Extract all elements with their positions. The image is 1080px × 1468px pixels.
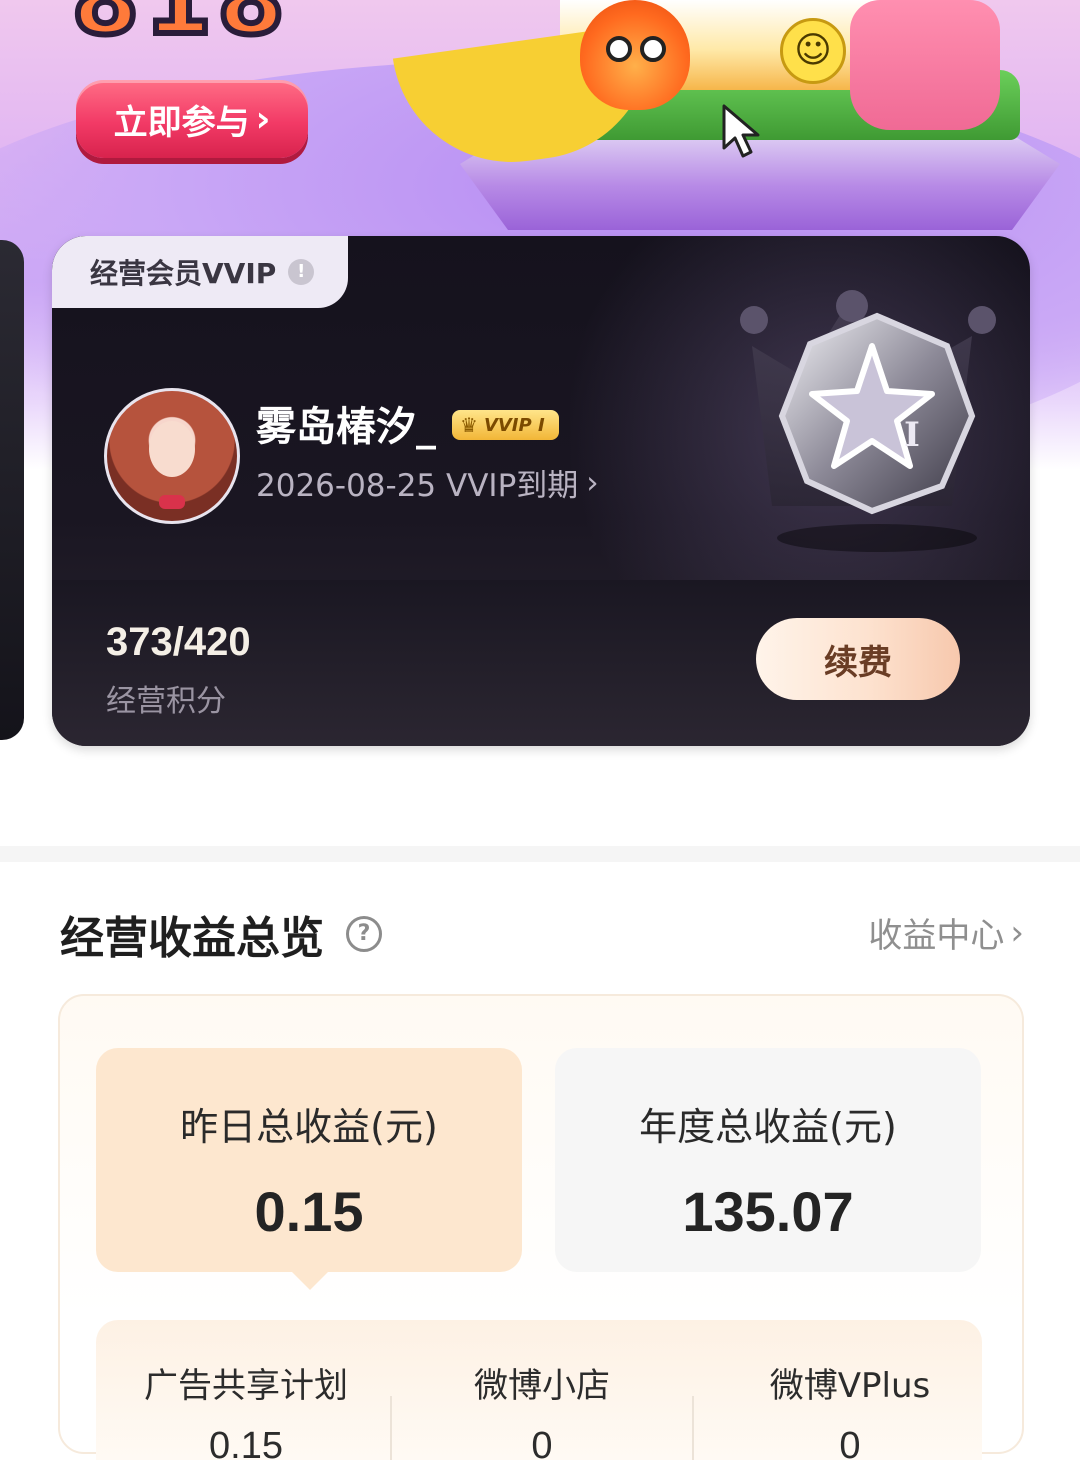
help-icon[interactable]: ? xyxy=(346,916,382,952)
revenue-center-link[interactable]: 收益中心 › xyxy=(868,908,1024,957)
active-card-pointer xyxy=(290,1270,330,1290)
stat-label: 昨日总收益(元) xyxy=(180,1105,438,1149)
stat-value: 0.15 xyxy=(254,1180,364,1243)
breakdown-item-weibo-shop[interactable]: 微博小店 0 xyxy=(392,1320,692,1467)
business-points-value: 373/420 xyxy=(106,620,251,664)
breakdown-value: 0 xyxy=(531,1425,553,1467)
breakdown-label: 微博小店 xyxy=(474,1366,610,1406)
chevron-right-icon: › xyxy=(586,464,599,501)
mascot-eye xyxy=(606,36,632,62)
promo-title: 818 xyxy=(72,0,312,40)
breakdown-value: 0.15 xyxy=(209,1425,283,1467)
avatar[interactable] xyxy=(104,388,240,524)
join-now-button[interactable]: 立即参与 › xyxy=(76,80,308,158)
medal-level-text: I xyxy=(904,415,920,455)
section-title: 经营收益总览 xyxy=(60,913,324,964)
business-points-label: 经营积分 xyxy=(106,684,226,719)
breakdown-value: 0 xyxy=(839,1425,861,1467)
section-divider xyxy=(0,846,1080,862)
crown-icon: ♛ xyxy=(460,413,478,437)
user-name-row: 雾岛椿汐_ ♛ VVIP I xyxy=(256,394,559,452)
revenue-center-label: 收益中心 xyxy=(868,916,1005,956)
avatar-bow xyxy=(159,495,185,509)
chevron-right-icon: › xyxy=(255,98,271,140)
tier-label: 经营会员VVIP xyxy=(90,257,277,290)
expiry-link[interactable]: 2026-08-25 VVIP到期 › xyxy=(256,460,599,505)
flame-mascot xyxy=(580,0,690,110)
breakdown-item-ad-sharing[interactable]: 广告共享计划 0.15 xyxy=(96,1320,396,1467)
mascot-eye xyxy=(640,36,666,62)
expiry-text: 2026-08-25 VVIP到期 xyxy=(256,468,579,504)
previous-card-peek[interactable] xyxy=(0,240,24,740)
vvip-level-badge: ♛ VVIP I xyxy=(452,410,559,440)
breakdown-label: 微博VPlus xyxy=(769,1366,931,1406)
yesterday-total-earnings-card[interactable]: 昨日总收益(元) 0.15 xyxy=(96,1048,522,1272)
kid-character-illustration xyxy=(850,0,1000,130)
earnings-section-header: 经营收益总览 ? xyxy=(60,902,382,966)
vvip-medal-icon: I xyxy=(740,290,996,552)
membership-tier-tab[interactable]: 经营会员VVIP ! xyxy=(52,236,348,308)
breakdown-item-weibo-vplus[interactable]: 微博VPlus 0 xyxy=(694,1320,1006,1467)
smiley-icon: ☺ xyxy=(780,18,846,84)
stat-value: 135.07 xyxy=(682,1180,854,1243)
user-name: 雾岛椿汐_ xyxy=(256,404,436,450)
vvip-membership-card[interactable]: 经营会员VVIP ! 雾岛椿汐_ ♛ VVIP I 2026-08-25 VVI… xyxy=(52,236,1030,746)
annual-total-earnings-card[interactable]: 年度总收益(元) 135.07 xyxy=(555,1048,981,1272)
earnings-breakdown: 广告共享计划 0.15 微博小店 0 微博VPlus 0 xyxy=(96,1320,982,1467)
breakdown-label: 广告共享计划 xyxy=(144,1366,348,1406)
avatar-face xyxy=(149,421,195,477)
cursor-icon xyxy=(722,104,760,158)
vvip-badge-label: VVIP I xyxy=(483,414,545,436)
stat-label: 年度总收益(元) xyxy=(639,1105,897,1149)
join-button-label: 立即参与 xyxy=(113,102,250,143)
renew-button[interactable]: 续费 xyxy=(756,618,960,700)
info-icon[interactable]: ! xyxy=(288,259,315,285)
chevron-right-icon: › xyxy=(1010,912,1024,953)
